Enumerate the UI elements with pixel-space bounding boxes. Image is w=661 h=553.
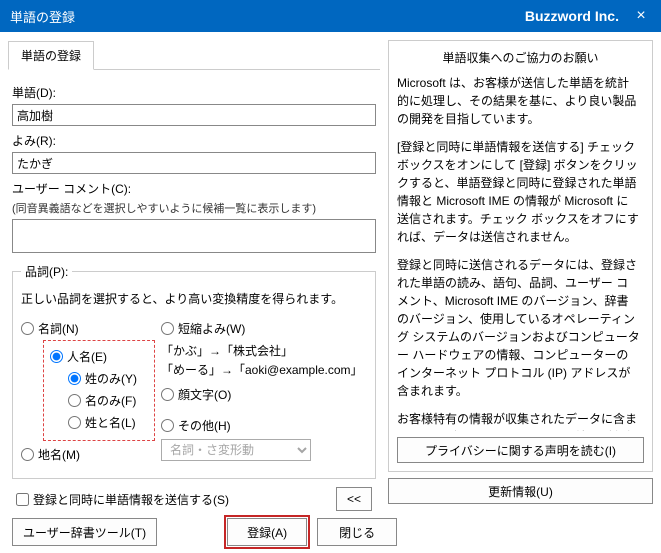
comment-input[interactable]: [12, 219, 376, 253]
update-info-button[interactable]: 更新情報(U): [388, 478, 653, 504]
info-scroll[interactable]: Microsoft は、お客様が送信した単語を統計的に処理し、その結果を基に、よ…: [397, 74, 644, 431]
word-label: 単語(D):: [12, 84, 376, 101]
close-icon[interactable]: ×: [631, 7, 651, 25]
radio-short-reading[interactable]: 短縮よみ(W): [161, 320, 367, 337]
pos-legend: 品詞(P):: [21, 263, 72, 280]
radio-both-names[interactable]: 姓と名(L): [68, 414, 148, 431]
pos-fieldset: 品詞(P): 正しい品詞を選択すると、より高い変換精度を得られます。 名詞(N)…: [12, 263, 376, 479]
radio-surname-only[interactable]: 姓のみ(Y): [68, 370, 148, 387]
privacy-button[interactable]: プライバシーに関する声明を読む(I): [397, 437, 644, 463]
radio-kaomoji[interactable]: 顔文字(O): [161, 386, 367, 403]
register-button[interactable]: 登録(A): [227, 518, 307, 546]
comment-label: ユーザー コメント(C):: [12, 180, 376, 197]
company-name: Buzzword Inc.: [525, 8, 619, 24]
comment-sublabel: (同音異義語などを選択しやすいように候補一覧に表示します): [12, 200, 376, 216]
radio-other[interactable]: その他(H): [161, 417, 367, 434]
reading-label: よみ(R):: [12, 132, 376, 149]
reading-input[interactable]: [12, 152, 376, 174]
send-info-checkbox[interactable]: 登録と同時に単語情報を送信する(S): [16, 491, 229, 508]
radio-noun[interactable]: 名詞(N): [21, 320, 161, 337]
info-p3: 登録と同時に送信されるデータには、登録された単語の読み、語句、品詞、ユーザー コ…: [397, 256, 640, 400]
info-p4: お客様特有の情報が収集されたデータに含まれることがあります。このような情報が存在…: [397, 410, 640, 431]
window-title: 単語の登録: [10, 7, 525, 26]
tab-register-word[interactable]: 単語の登録: [8, 41, 94, 70]
info-p2: [登録と同時に単語情報を送信する] チェック ボックスをオンにして [登録] ボ…: [397, 138, 640, 246]
footer-buttons: ユーザー辞書ツール(T) 登録(A) 閉じる: [0, 512, 661, 552]
other-pos-select[interactable]: 名詞・さ変形動: [161, 439, 311, 461]
collapse-button[interactable]: <<: [336, 487, 372, 511]
person-group: 人名(E) 姓のみ(Y) 名のみ(F) 姓と名(L): [43, 340, 155, 441]
word-input[interactable]: [12, 104, 376, 126]
tab-strip: 単語の登録: [8, 40, 380, 70]
user-dict-button[interactable]: ユーザー辞書ツール(T): [12, 518, 157, 546]
info-panel: 単語収集へのご協力のお願い Microsoft は、お客様が送信した単語を統計的…: [388, 40, 653, 472]
titlebar: 単語の登録 Buzzword Inc. ×: [0, 0, 661, 32]
radio-person[interactable]: 人名(E): [50, 348, 148, 365]
radio-place[interactable]: 地名(M): [21, 446, 161, 463]
pos-hint: 正しい品詞を選択すると、より高い変換精度を得られます。: [21, 290, 367, 307]
info-p1: Microsoft は、お客様が送信した単語を統計的に処理し、その結果を基に、よ…: [397, 74, 640, 128]
radio-given-only[interactable]: 名のみ(F): [68, 392, 148, 409]
close-button[interactable]: 閉じる: [317, 518, 397, 546]
info-heading: 単語収集へのご協力のお願い: [397, 49, 644, 66]
short-reading-examples: 「かぶ」→「株式会社」 「めーる」→「aoki@example.com」: [161, 342, 367, 380]
